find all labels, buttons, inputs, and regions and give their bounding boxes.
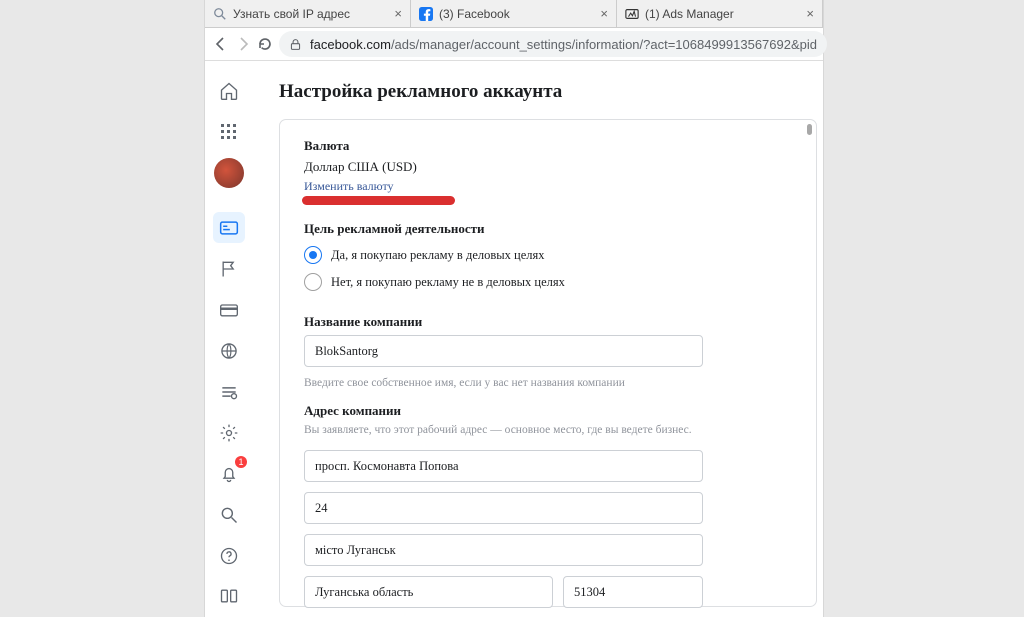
browser-tab[interactable]: Узнать свой IP адрес × [205,0,411,27]
street-num-field[interactable] [304,492,703,524]
tab-title: Узнать свой IP адрес [233,7,388,21]
purpose-radio-no[interactable]: Нет, я покупаю рекламу не в деловых целя… [304,273,792,291]
radio-icon [304,246,322,264]
close-icon[interactable]: × [600,7,608,20]
currency-label: Валюта [304,138,792,154]
page-title: Настройка рекламного аккаунта [279,81,823,103]
globe-icon[interactable] [213,335,245,366]
browser-tab[interactable]: (1) Ads Manager × [617,0,823,27]
highlight-mark [302,196,455,205]
ads-manager-icon [625,7,639,21]
home-icon[interactable] [213,76,245,107]
company-name-helper: Введите свое собственное имя, если у вас… [304,377,792,389]
radio-label: Нет, я покупаю рекламу не в деловых целя… [331,275,565,290]
collapse-icon[interactable] [213,581,245,612]
region-field[interactable] [304,576,553,608]
purpose-label: Цель рекламной деятельности [304,221,792,237]
notifications-icon[interactable]: 1 [213,458,245,489]
address-helper: Вы заявляете, что этот рабочий адрес — о… [304,424,792,436]
flag-icon[interactable] [213,253,245,284]
nav-ads-manager-icon[interactable] [213,212,245,243]
forward-button[interactable] [235,33,251,55]
radio-icon [304,273,322,291]
address-bar[interactable]: facebook.com/ads/manager/account_setting… [279,31,827,57]
url-text: facebook.com/ads/manager/account_setting… [310,37,817,52]
tab-title: (3) Facebook [439,7,594,21]
company-name-label: Название компании [304,314,792,330]
purpose-radio-yes[interactable]: Да, я покупаю рекламу в деловых целях [304,246,792,264]
facebook-icon [419,7,433,21]
magnifier-icon [213,7,227,21]
company-name-field[interactable] [304,335,703,367]
back-button[interactable] [213,33,229,55]
reload-button[interactable] [257,33,273,55]
browser-toolbar: facebook.com/ads/manager/account_setting… [205,28,823,61]
notification-badge: 1 [235,456,247,468]
settings-list-icon[interactable] [213,376,245,407]
search-icon[interactable] [213,499,245,530]
close-icon[interactable]: × [394,7,402,20]
browser-tabstrip: Узнать свой IP адрес × (3) Facebook × (1… [205,0,823,28]
currency-value: Доллар США (USD) [304,159,792,175]
radio-label: Да, я покупаю рекламу в деловых целях [331,248,545,263]
inner-scrollbar[interactable] [807,124,812,602]
browser-tab[interactable]: (3) Facebook × [411,0,617,27]
change-currency-link[interactable]: Изменить валюту [304,179,394,194]
left-nav-rail: 1 [205,61,253,617]
settings-card: Валюта Доллар США (USD) Изменить валюту … [279,119,817,607]
help-icon[interactable] [213,540,245,571]
close-icon[interactable]: × [806,7,814,20]
zip-field[interactable] [563,576,703,608]
lock-icon [289,38,302,51]
apps-icon[interactable] [213,117,245,148]
street-field[interactable] [304,450,703,482]
tab-title: (1) Ads Manager [645,7,800,21]
address-label: Адрес компании [304,403,792,419]
gear-icon[interactable] [213,417,245,448]
city-field[interactable] [304,534,703,566]
avatar[interactable] [213,158,245,189]
billing-icon[interactable] [213,294,245,325]
